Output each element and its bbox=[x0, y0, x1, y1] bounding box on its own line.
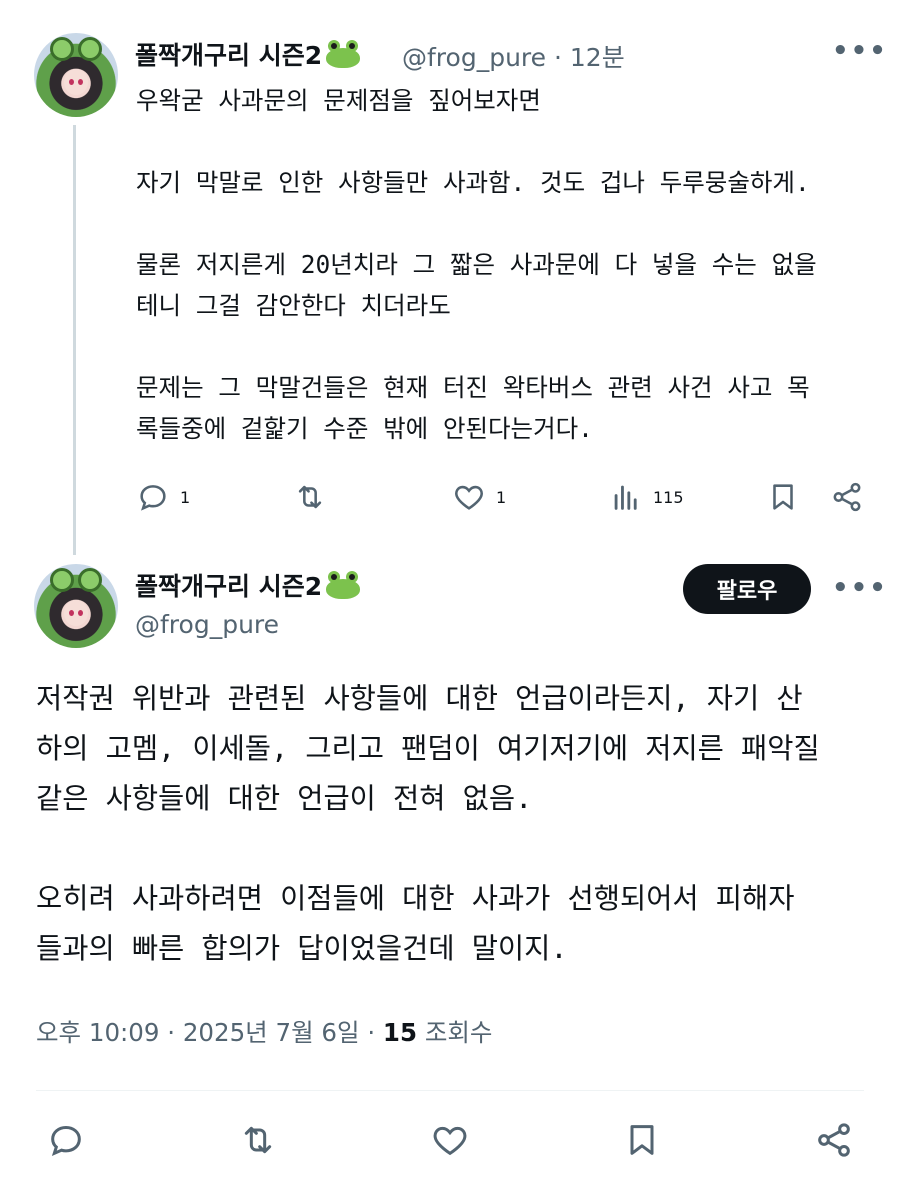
like-icon bbox=[455, 485, 483, 510]
bookmark-button[interactable] bbox=[766, 480, 800, 514]
retweet-button[interactable] bbox=[293, 480, 327, 514]
user-handle[interactable]: @frog_pure bbox=[135, 610, 279, 639]
frog-emoji-icon bbox=[324, 571, 362, 599]
bookmark-icon bbox=[630, 1125, 654, 1155]
views-button[interactable]: 115 bbox=[609, 480, 684, 514]
tweet-text: 우왁굳 사과문의 문제점을 짚어보자면 자기 막말로 인한 사항들만 사과함. … bbox=[136, 86, 817, 443]
share-icon bbox=[818, 1123, 850, 1157]
bookmark-icon bbox=[773, 484, 793, 510]
display-name-text: 폴짝개구리 시즌2 bbox=[135, 41, 323, 70]
reply-button[interactable]: 1 bbox=[136, 480, 190, 514]
reply-icon bbox=[51, 1125, 81, 1157]
reply-count: 1 bbox=[180, 487, 191, 507]
divider bbox=[36, 1090, 864, 1091]
separator-dot: · bbox=[553, 43, 570, 72]
follow-button[interactable]: 팔로우 bbox=[683, 564, 811, 614]
display-name-text: 폴짝개구리 시즌2 bbox=[135, 572, 323, 601]
share-button[interactable] bbox=[814, 1120, 854, 1160]
avatar[interactable] bbox=[34, 33, 118, 117]
bookmark-button[interactable] bbox=[622, 1120, 662, 1160]
tweet-time[interactable]: 12분 bbox=[570, 43, 625, 72]
more-icon[interactable]: ••• bbox=[832, 36, 888, 66]
share-icon bbox=[833, 482, 861, 512]
display-name[interactable]: 폴짝개구리 시즌2 bbox=[135, 36, 362, 72]
more-icon[interactable]: ••• bbox=[832, 573, 888, 603]
retweet-icon bbox=[298, 485, 322, 509]
views-label: 조회수 bbox=[417, 1018, 493, 1047]
tweet-text: 저작권 위반과 관련된 사항들에 대한 언급이라든지, 자기 산 하의 고멤, … bbox=[36, 682, 820, 965]
views-icon bbox=[614, 485, 637, 510]
views-count: 115 bbox=[653, 487, 684, 507]
user-handle[interactable]: @frog_pure bbox=[402, 43, 546, 72]
like-count: 1 bbox=[496, 487, 507, 507]
frog-emoji-icon bbox=[324, 40, 362, 68]
avatar[interactable] bbox=[34, 564, 118, 648]
tweet-timestamp: 오후 10:09 · 2025년 7월 6일 · 15 조회수 bbox=[36, 1014, 492, 1049]
views-count: 15 bbox=[382, 1018, 418, 1047]
reply-icon bbox=[140, 485, 166, 511]
display-name[interactable]: 폴짝개구리 시즌2 bbox=[135, 567, 362, 603]
like-icon bbox=[433, 1126, 467, 1156]
retweet-button[interactable] bbox=[238, 1120, 278, 1160]
like-button[interactable] bbox=[430, 1120, 470, 1160]
share-button[interactable] bbox=[830, 480, 864, 514]
timestamp-text[interactable]: 오후 10:09 · 2025년 7월 6일 · bbox=[36, 1018, 383, 1047]
tweet-meta: @frog_pure · 12분 bbox=[402, 38, 625, 74]
thread-line bbox=[73, 125, 76, 555]
retweet-icon bbox=[244, 1126, 272, 1154]
like-button[interactable]: 1 bbox=[452, 480, 506, 514]
reply-button[interactable] bbox=[46, 1120, 86, 1160]
